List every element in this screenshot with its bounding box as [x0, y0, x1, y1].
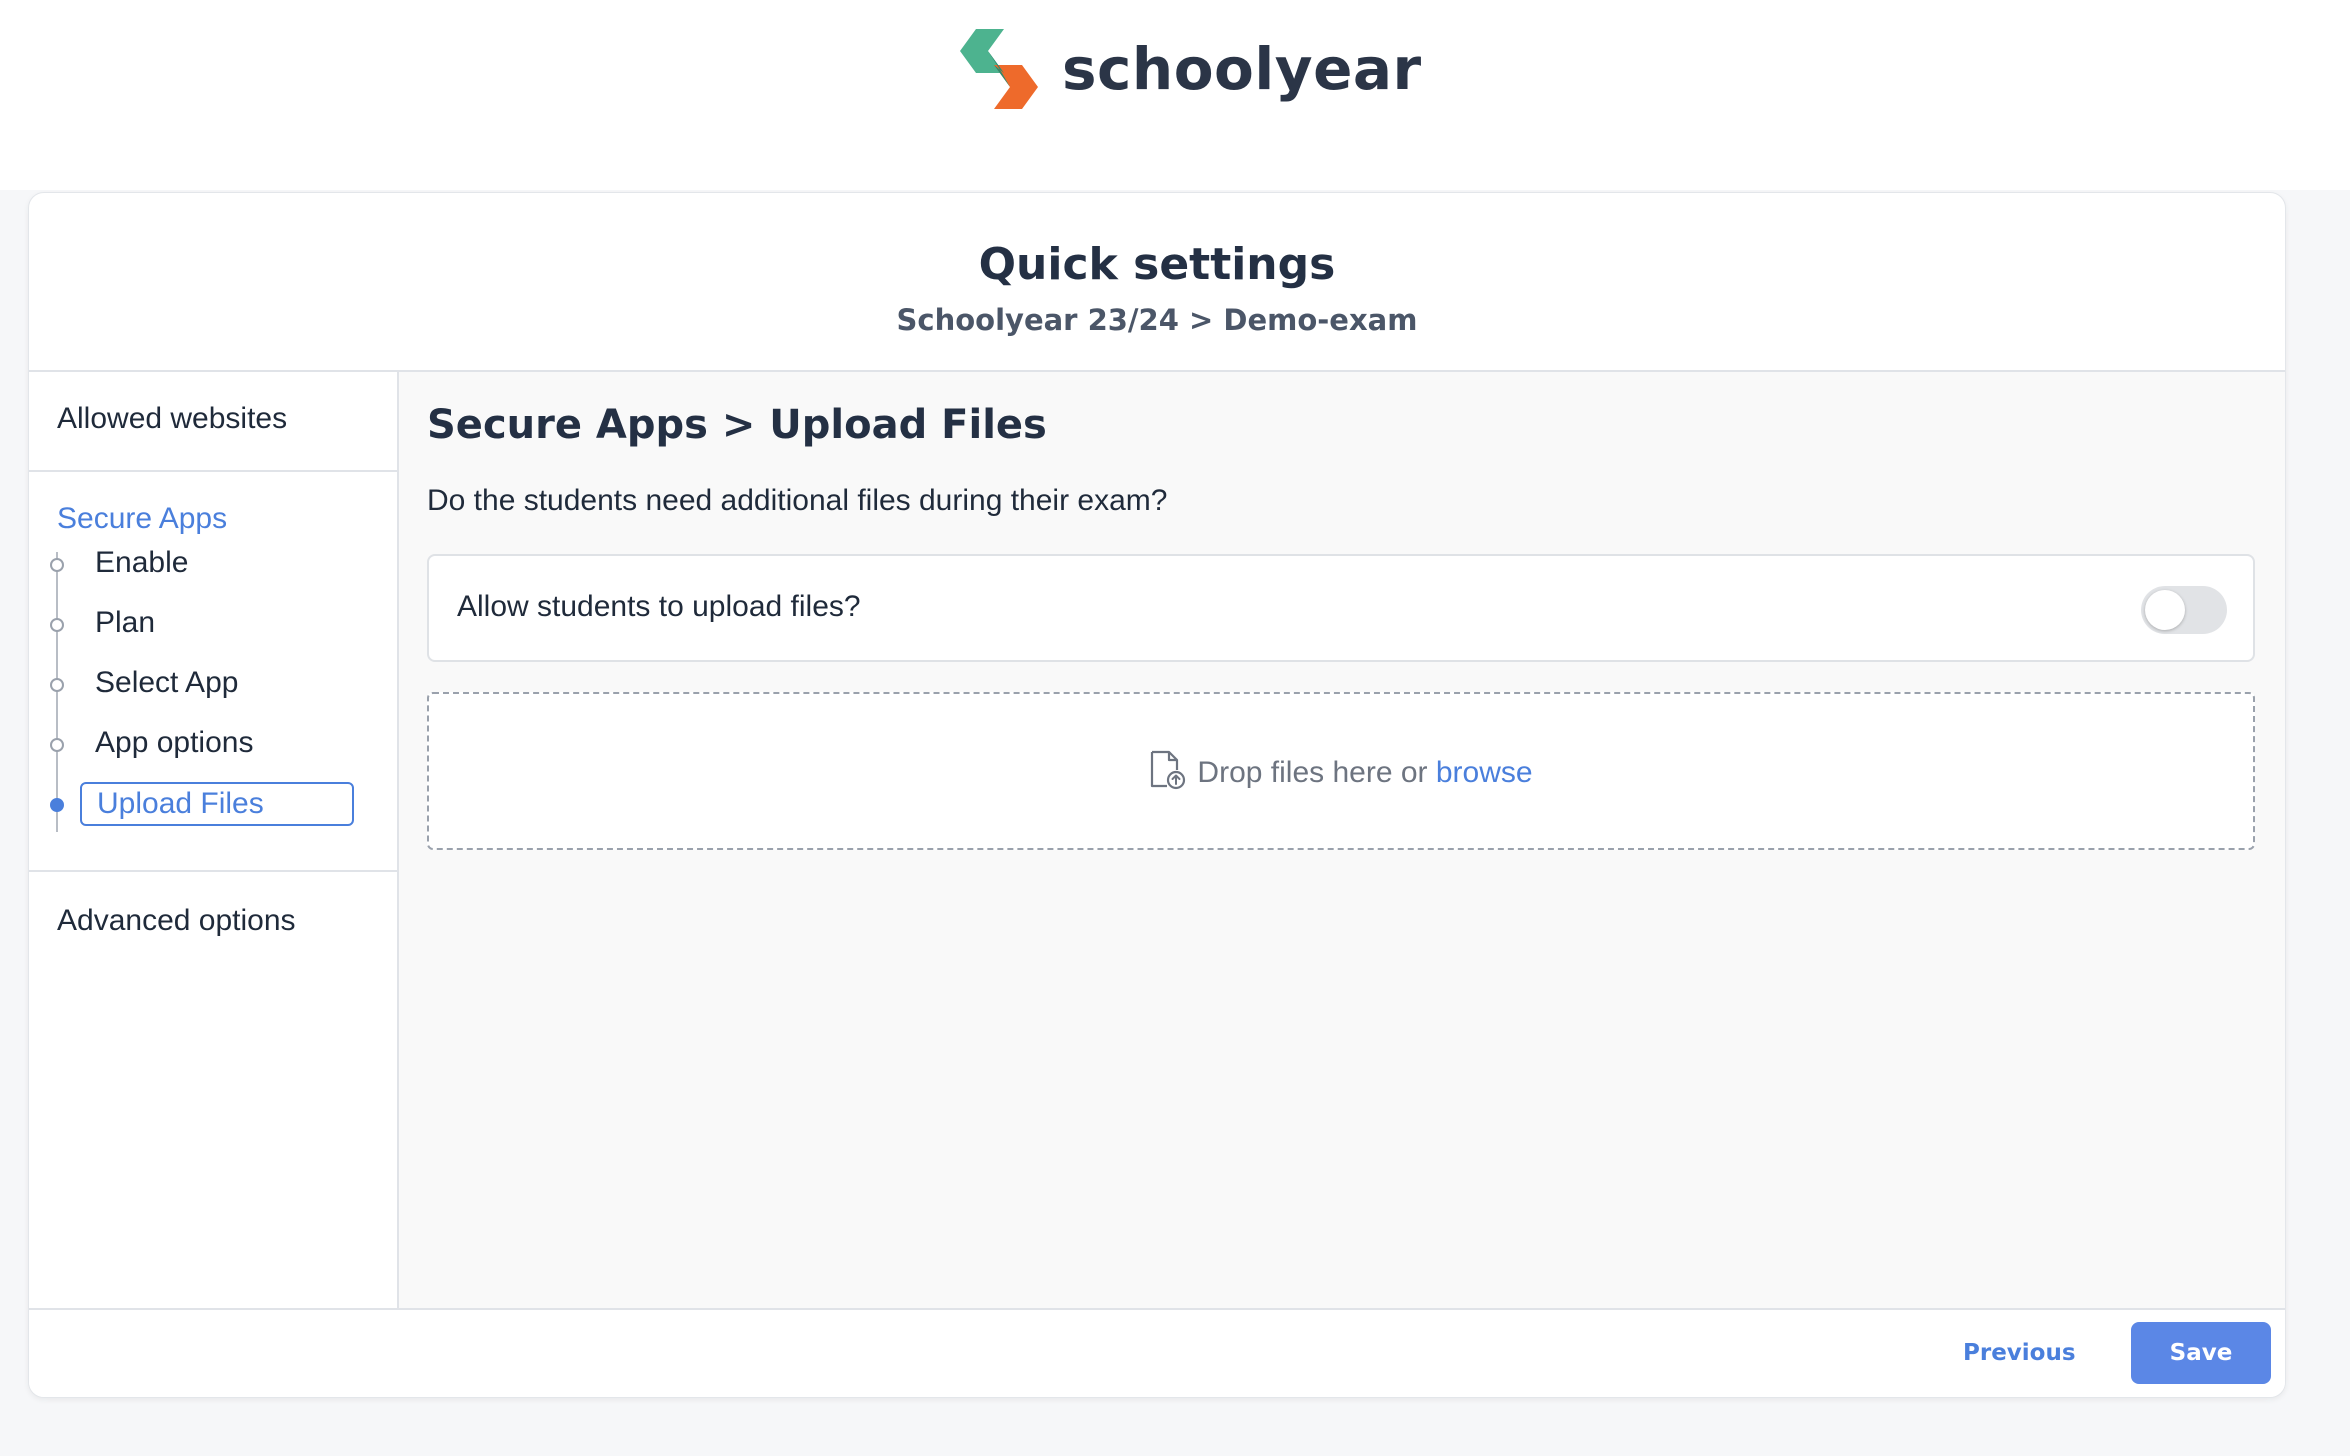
step-dot	[50, 738, 64, 752]
file-dropzone[interactable]: Drop files here or browse	[427, 692, 2255, 850]
brand-name: schoolyear	[1062, 35, 1422, 103]
top-bar: schoolyear	[0, 0, 2350, 190]
sidebar-section-secure-apps: Secure Apps Enable Plan Select App App o…	[29, 472, 397, 870]
step-dot	[50, 558, 64, 572]
allow-upload-toggle[interactable]	[2141, 586, 2227, 634]
page-title: Quick settings	[978, 239, 1336, 290]
browse-link[interactable]: browse	[1436, 756, 1533, 789]
sidebar-item-app-options[interactable]: App options	[95, 721, 253, 765]
card-header: Quick settings Schoolyear 23/24 > Demo-e…	[29, 193, 2285, 372]
upload-toggle-label: Allow students to upload files?	[457, 590, 861, 623]
sidebar-item-allowed-websites[interactable]: Allowed websites	[57, 402, 287, 436]
step-dot	[50, 618, 64, 632]
schoolyear-logo[interactable]: schoolyear	[958, 28, 1422, 110]
sidebar-item-advanced-options[interactable]: Advanced options	[57, 904, 296, 938]
step-dot-active	[50, 798, 64, 812]
card-footer: Previous Save	[29, 1308, 2285, 1397]
breadcrumb: Schoolyear 23/24 > Demo-exam	[896, 303, 1418, 337]
schoolyear-logo-icon	[960, 29, 1038, 109]
dropzone-content: Drop files here or browse	[429, 750, 2253, 790]
toggle-knob	[2145, 590, 2185, 630]
sidebar-item-plan[interactable]: Plan	[95, 601, 155, 645]
sidebar-section-advanced-options: Advanced options	[29, 872, 397, 972]
sidebar-item-secure-apps[interactable]: Secure Apps	[57, 502, 227, 536]
previous-button[interactable]: Previous	[1963, 1340, 2076, 1366]
quick-settings-card: Quick settings Schoolyear 23/24 > Demo-e…	[28, 192, 2286, 1398]
dropzone-text: Drop files here or	[1197, 756, 1436, 789]
section-title: Secure Apps > Upload Files	[427, 402, 1047, 448]
sidebar-item-upload-files[interactable]: Upload Files	[80, 782, 354, 826]
settings-sidebar: Allowed websites Secure Apps Enable Plan…	[29, 372, 399, 1308]
step-dot	[50, 678, 64, 692]
file-upload-icon	[1151, 750, 1186, 790]
upload-toggle-row: Allow students to upload files?	[427, 554, 2255, 662]
sidebar-section-allowed-websites: Allowed websites	[29, 372, 397, 470]
section-question: Do the students need additional files du…	[427, 484, 1168, 517]
sidebar-item-enable[interactable]: Enable	[95, 541, 188, 585]
save-button[interactable]: Save	[2131, 1322, 2271, 1384]
sidebar-item-select-app[interactable]: Select App	[95, 661, 238, 705]
sidebar-tree-line	[56, 552, 58, 832]
main-content: Secure Apps > Upload Files Do the studen…	[399, 372, 2285, 1308]
